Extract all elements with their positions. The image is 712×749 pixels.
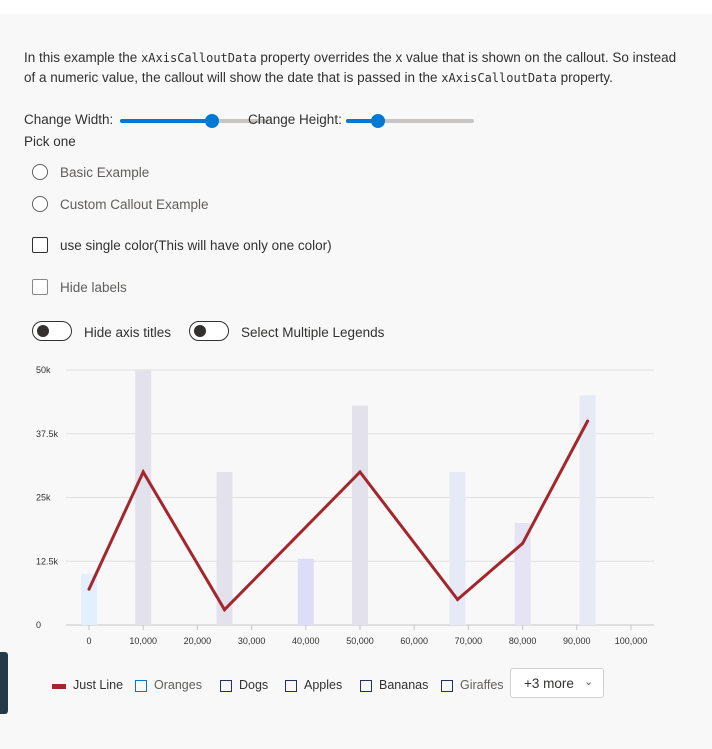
x-tick-label: 40,000: [292, 636, 320, 646]
width-slider-fill: [120, 119, 212, 123]
hide-labels-checkbox[interactable]: Hide labels: [32, 279, 127, 297]
code-property-name: xAxisCalloutData: [141, 51, 257, 65]
legend-box-swatch: [135, 680, 147, 692]
checkbox-label: use single color(This will have only one…: [60, 238, 332, 253]
legend-label: Apples: [304, 678, 343, 692]
chart-bar: [449, 472, 466, 625]
legend-box-swatch: [441, 680, 453, 692]
line-point: [87, 587, 91, 591]
code-property-name-2: xAxisCalloutData: [441, 71, 557, 85]
radio-circle-icon: [32, 164, 48, 180]
legend-box-swatch: [220, 680, 232, 692]
chart-bar: [135, 370, 152, 625]
select-multiple-legends-toggle[interactable]: [189, 321, 229, 341]
height-slider-thumb[interactable]: [371, 114, 385, 128]
more-button-label: +3 more: [524, 676, 574, 691]
hide-axis-titles-toggle[interactable]: [32, 321, 72, 341]
x-tick-label: 50,000: [346, 636, 374, 646]
chart-bar: [81, 574, 97, 625]
x-tick-label: 30,000: [238, 636, 266, 646]
radio-label: Basic Example: [60, 165, 150, 180]
x-tick-label: 90,000: [563, 636, 591, 646]
radio-label: Custom Callout Example: [60, 197, 209, 212]
radio-custom-callout-example[interactable]: Custom Callout Example: [32, 196, 209, 214]
side-panel-tab[interactable]: [0, 652, 8, 714]
legend-box-swatch: [285, 680, 297, 692]
width-slider[interactable]: [120, 114, 268, 128]
change-height-label: Change Height:: [248, 112, 342, 127]
legend-label: Bananas: [379, 678, 429, 692]
x-tick-label: 70,000: [455, 636, 483, 646]
y-tick-label: 50k: [36, 365, 51, 375]
x-tick-label: 20,000: [184, 636, 212, 646]
change-width-label: Change Width:: [24, 112, 114, 127]
chart-bar: [297, 558, 314, 625]
description-text: In this example the xAxisCalloutData pro…: [24, 50, 677, 85]
x-tick-label: 60,000: [400, 636, 428, 646]
single-color-checkbox[interactable]: use single color(This will have only one…: [32, 237, 332, 255]
hide-axis-titles-label: Hide axis titles: [84, 325, 172, 340]
line-point: [223, 608, 226, 612]
x-tick-label: 10,000: [129, 636, 157, 646]
line-point: [358, 470, 362, 474]
chart-bar: [352, 405, 368, 625]
chevron-down-icon: ⌄: [584, 676, 594, 688]
select-multiple-legends-label: Select Multiple Legends: [241, 325, 385, 340]
y-tick-label: 25k: [36, 493, 51, 503]
width-slider-thumb[interactable]: [204, 114, 219, 128]
x-tick-label: 80,000: [509, 636, 537, 646]
y-tick-label: 12.5k: [36, 556, 59, 566]
toggle-knob: [37, 325, 49, 337]
pick-one-label: Pick one: [24, 134, 76, 149]
chart-bar: [514, 523, 531, 625]
line-point: [141, 470, 145, 474]
y-tick-label: 37.5k: [36, 429, 59, 439]
legend-label: Oranges: [154, 678, 202, 692]
legend-label: Just Line: [73, 678, 124, 692]
line-series-just-line: [87, 420, 589, 613]
line-point: [456, 598, 460, 601]
legend-line-swatch: [52, 684, 66, 689]
height-slider[interactable]: [346, 114, 474, 128]
x-tick-label: 100,000: [615, 636, 648, 646]
legend-label: Dogs: [239, 678, 269, 692]
line-point: [586, 419, 590, 423]
radio-basic-example[interactable]: Basic Example: [32, 164, 149, 182]
vertical-bar-chart: 0 12.5k 25k 37.5k 50k 0 10,000 20,000 30,000 40,0…: [36, 365, 654, 646]
legend-label: Giraffes: [460, 678, 504, 692]
toggle-knob: [194, 325, 206, 337]
checkbox-label: Hide labels: [60, 280, 127, 295]
y-tick-label: 0: [36, 620, 41, 630]
legend-box-swatch: [360, 680, 372, 692]
checkbox-box-icon: [32, 237, 48, 253]
x-tick-label: 0: [86, 636, 91, 646]
checkbox-box-icon: [32, 279, 48, 295]
radio-circle-icon: [32, 196, 48, 212]
line-point: [521, 541, 525, 545]
legend-more-button[interactable]: +3 more ⌄: [510, 668, 604, 698]
